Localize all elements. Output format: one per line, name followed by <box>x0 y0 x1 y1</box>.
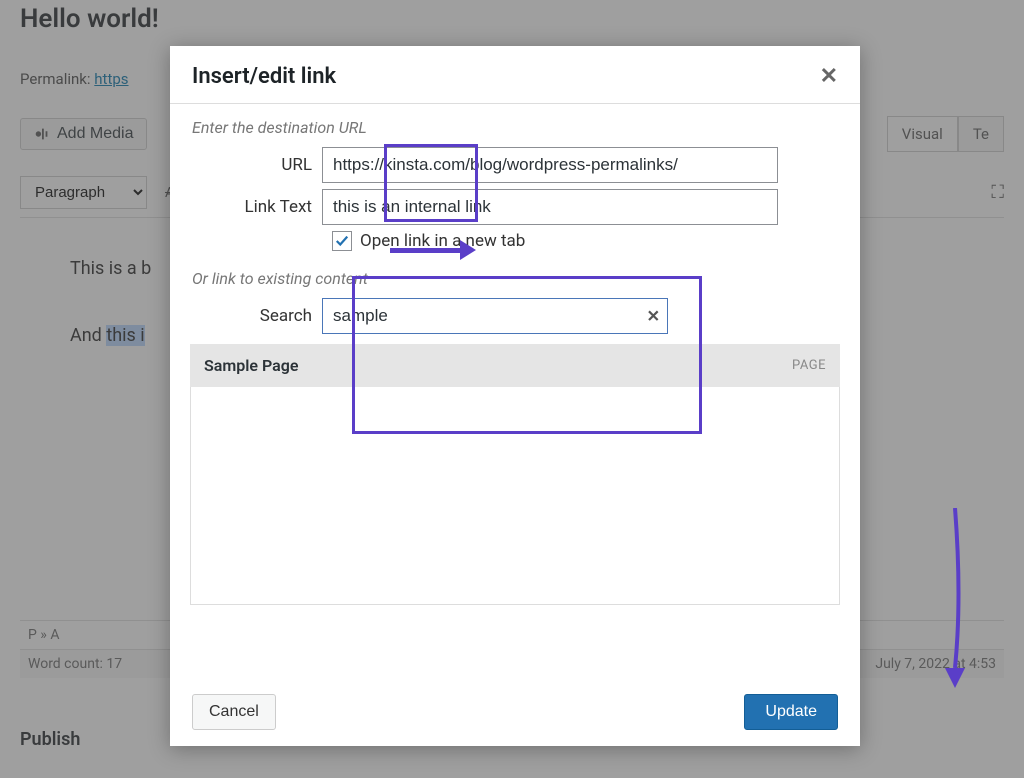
result-type: PAGE <box>792 358 826 373</box>
modal-header: Insert/edit link ✕ <box>170 46 860 104</box>
results-empty-area <box>190 387 840 605</box>
url-row: URL <box>192 147 838 183</box>
url-input[interactable] <box>322 147 778 183</box>
clear-search-icon[interactable]: ✕ <box>647 307 660 326</box>
linktext-input[interactable] <box>322 189 778 225</box>
url-label: URL <box>192 155 322 175</box>
linktext-row: Link Text <box>192 189 838 225</box>
cancel-button[interactable]: Cancel <box>192 694 276 730</box>
insert-link-modal: Insert/edit link ✕ Enter the destination… <box>170 46 860 746</box>
search-input[interactable] <box>322 298 668 334</box>
update-button[interactable]: Update <box>744 694 838 730</box>
linktext-label: Link Text <box>192 197 322 217</box>
destination-hint: Enter the destination URL <box>192 118 838 137</box>
search-results: Sample Page PAGE <box>190 344 840 605</box>
newtab-row: Open link in a new tab <box>332 231 838 251</box>
modal-title: Insert/edit link <box>192 64 336 89</box>
result-title: Sample Page <box>204 356 298 375</box>
modal-footer: Cancel Update <box>170 680 860 746</box>
newtab-checkbox[interactable] <box>332 231 352 251</box>
search-result-item[interactable]: Sample Page PAGE <box>190 344 840 387</box>
close-icon[interactable]: ✕ <box>820 64 838 89</box>
search-row: Search ✕ <box>192 298 838 334</box>
search-label: Search <box>192 306 322 326</box>
check-icon <box>335 234 349 248</box>
modal-body: Enter the destination URL URL Link Text … <box>170 104 860 680</box>
existing-content-hint: Or link to existing content <box>192 269 838 288</box>
newtab-label: Open link in a new tab <box>360 231 525 251</box>
